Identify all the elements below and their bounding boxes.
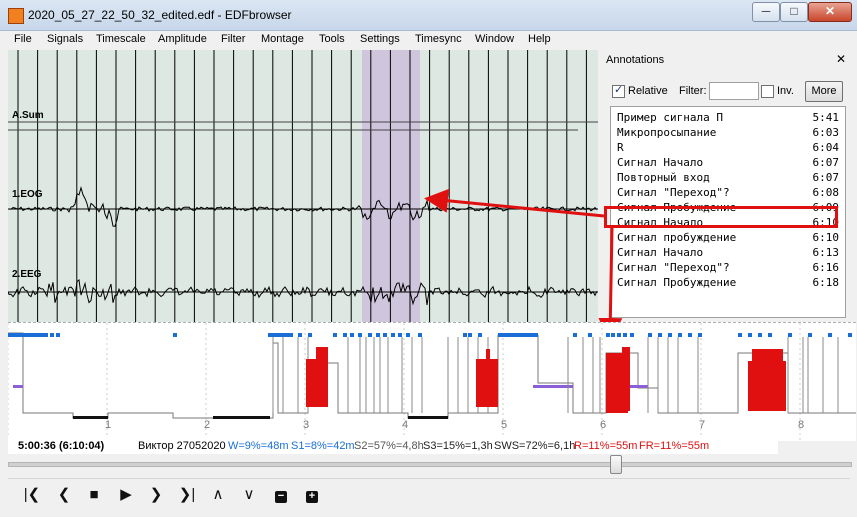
first-icon[interactable]: |❮ — [20, 484, 44, 506]
hyp-tick-3: 3 — [303, 419, 310, 431]
next-page-icon[interactable]: ❯ — [144, 484, 168, 506]
stop-icon[interactable]: ■ — [82, 484, 106, 506]
arrow-to-hypnogram — [598, 227, 623, 342]
arrow-to-signal — [424, 188, 605, 218]
hyp-tick-5: 5 — [501, 419, 508, 431]
status-sws: SWS=72%=6,1h — [494, 440, 576, 452]
status-time: 5:00:36 (6:10:04) — [18, 440, 105, 452]
zoom-out-icon[interactable]: − — [269, 484, 293, 506]
hyp-tick-8: 8 — [798, 419, 805, 431]
hyp-tick-6: 6 — [600, 419, 607, 431]
status-w: W=9%=48m — [228, 440, 289, 452]
hypnogram-canvas — [8, 323, 856, 441]
status-fr: FR=11%=55m — [639, 440, 710, 452]
status-patient: Виктор 27052020 — [138, 440, 226, 452]
hyp-tick-7: 7 — [699, 419, 706, 431]
scroll-thumb[interactable] — [610, 455, 622, 474]
prev-page-icon[interactable]: ❮ — [52, 484, 76, 506]
amp-down-icon[interactable]: ∨ — [237, 484, 261, 506]
status-r: R=11%=55m — [574, 440, 638, 452]
hyp-tick-2: 2 — [204, 419, 211, 431]
amp-up-icon[interactable]: ∧ — [206, 484, 230, 506]
zoom-in-icon[interactable]: + — [300, 484, 324, 506]
scroll-track[interactable] — [8, 462, 852, 467]
status-s2: S2=57%=4,8h — [354, 440, 424, 452]
hyp-tick-1: 1 — [105, 419, 112, 431]
last-icon[interactable]: ❯| — [175, 484, 199, 506]
hypnogram[interactable]: 1 2 3 4 5 6 7 8 — [8, 322, 856, 441]
status-bar: 5:00:36 (6:10:04) Виктор 27052020 W=9%=4… — [8, 438, 778, 454]
time-scrollbar[interactable] — [8, 455, 852, 474]
status-s3: S3=15%=1,3h — [423, 440, 493, 452]
hyp-tick-4: 4 — [402, 419, 409, 431]
play-icon[interactable]: ▶ — [114, 484, 138, 506]
status-s1: S1=8%=42m — [291, 440, 355, 452]
navigation-toolbar: |❮ ❮ ■ ▶ ❯ ❯| ∧ ∨ − + — [8, 478, 850, 509]
